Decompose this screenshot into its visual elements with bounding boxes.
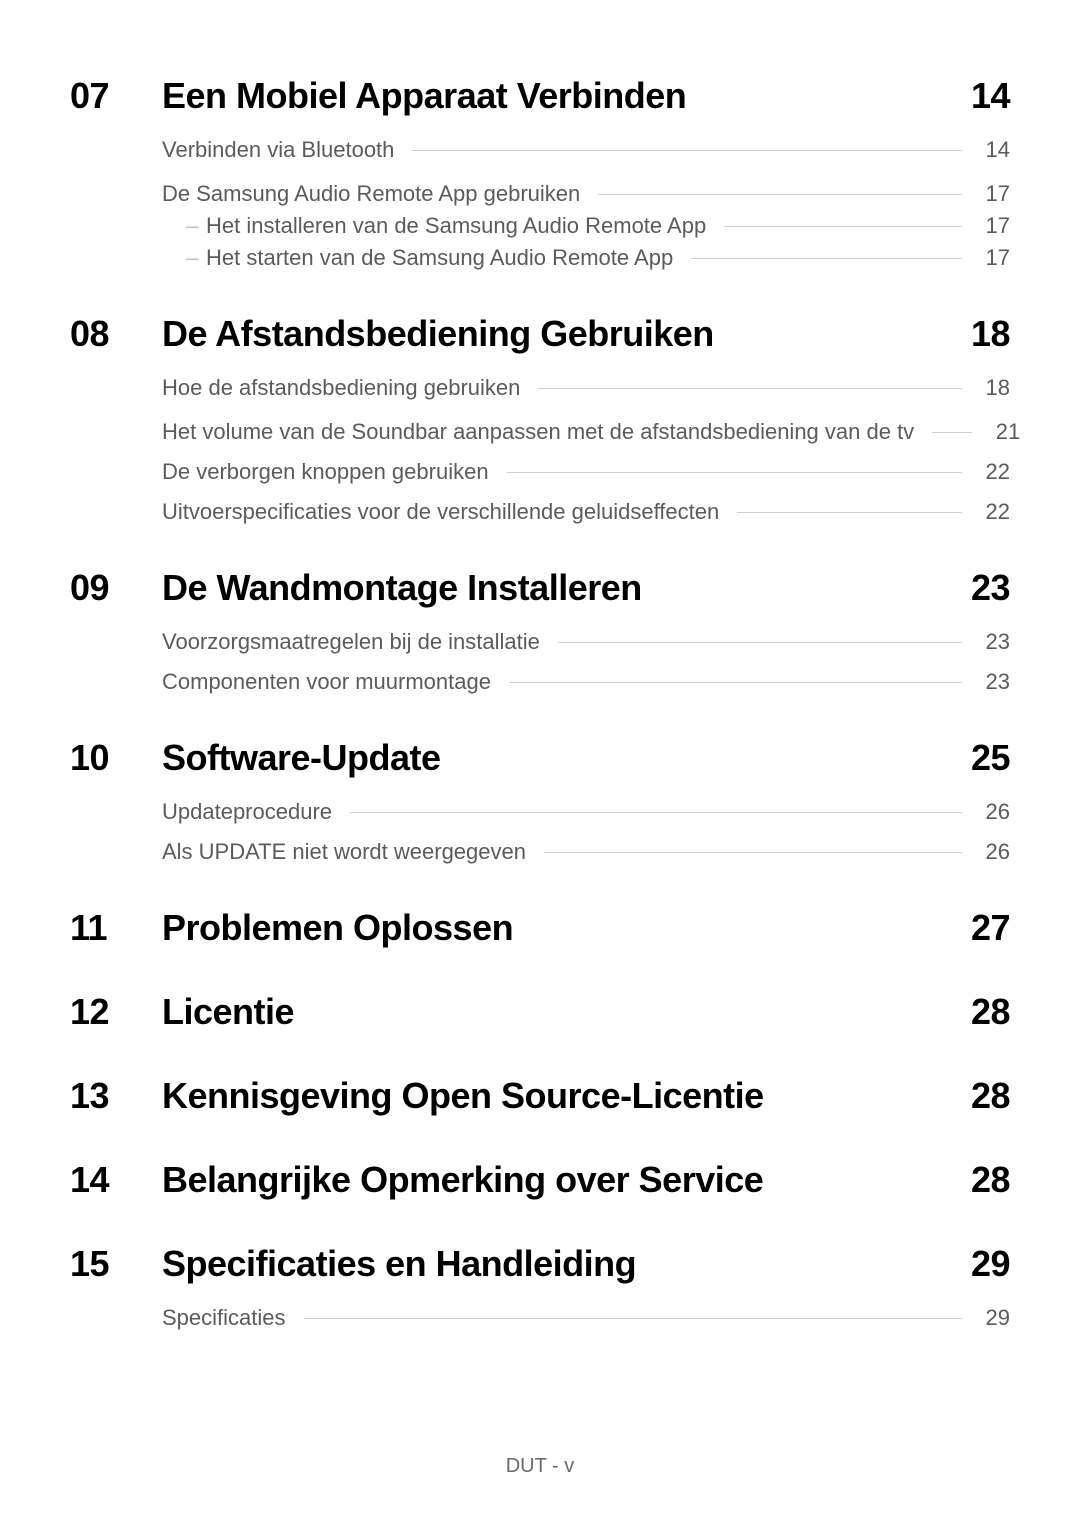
toc-sub-entry[interactable]: Verbinden via Bluetooth 14 (162, 137, 1010, 163)
section-title: Problemen Oplossen (162, 907, 948, 949)
toc-sub-group: Specificaties 29 (162, 1305, 1010, 1331)
sub-entry-title: Het volume van de Soundbar aanpassen met… (162, 419, 914, 445)
leader-line (932, 432, 972, 433)
sub-entry-page: 23 (980, 669, 1010, 695)
toc-sub-entry[interactable]: Als UPDATE niet wordt weergegeven 26 (162, 839, 1010, 865)
sub-entry-page: 18 (980, 375, 1010, 401)
section-page: 18 (960, 313, 1010, 355)
sub-entry-title: Uitvoerspecificaties voor de verschillen… (162, 499, 719, 525)
toc-sub-entry[interactable]: Componenten voor muurmontage 23 (162, 669, 1010, 695)
toc-sub-group: De Samsung Audio Remote App gebruiken17–… (162, 181, 1010, 271)
sub-entry-title: Het starten van de Samsung Audio Remote … (206, 245, 673, 271)
sub-entry-title: Componenten voor muurmontage (162, 669, 491, 695)
leader-line (691, 258, 962, 259)
leader-line (544, 852, 962, 853)
toc-section[interactable]: 12Licentie 28 (70, 991, 1010, 1033)
sub-entry-page: 22 (980, 459, 1010, 485)
dash-icon: – (186, 245, 206, 271)
leader-line (304, 1318, 962, 1319)
sub-entry-title: Het installeren van de Samsung Audio Rem… (206, 213, 706, 239)
leader-line (507, 472, 962, 473)
section-number: 14 (70, 1159, 162, 1201)
toc-section[interactable]: 08De Afstandsbediening Gebruiken 18 (70, 313, 1010, 355)
toc-section[interactable]: 10Software-Update 25 (70, 737, 1010, 779)
section-number: 10 (70, 737, 162, 779)
toc-section[interactable]: 15Specificaties en Handleiding 29 (70, 1243, 1010, 1285)
toc-sub-sub-entry[interactable]: –Het starten van de Samsung Audio Remote… (162, 245, 1010, 271)
section-number: 08 (70, 313, 162, 355)
section-number: 09 (70, 567, 162, 609)
leader-line (509, 682, 962, 683)
sub-entry-title: Als UPDATE niet wordt weergegeven (162, 839, 526, 865)
sub-entry-title: De verborgen knoppen gebruiken (162, 459, 489, 485)
toc-section[interactable]: 07Een Mobiel Apparaat Verbinden 14 (70, 75, 1010, 117)
toc-sub-group: Updateprocedure26Als UPDATE niet wordt w… (162, 799, 1010, 865)
toc-section[interactable]: 13Kennisgeving Open Source-Licentie 28 (70, 1075, 1010, 1117)
sub-entry-title: Verbinden via Bluetooth (162, 137, 394, 163)
toc-section[interactable]: 09De Wandmontage Installeren 23 (70, 567, 1010, 609)
page-footer: DUT - v (0, 1455, 1080, 1478)
section-page: 14 (960, 75, 1010, 117)
toc-section[interactable]: 11Problemen Oplossen 27 (70, 907, 1010, 949)
sub-entry-page: 23 (980, 629, 1010, 655)
section-title: Licentie (162, 991, 948, 1033)
sub-entry-page: 26 (980, 799, 1010, 825)
section-page: 23 (960, 567, 1010, 609)
sub-entry-title: Updateprocedure (162, 799, 332, 825)
sub-entry-page: 14 (980, 137, 1010, 163)
section-title: Kennisgeving Open Source-Licentie (162, 1075, 948, 1117)
toc-section[interactable]: 14Belangrijke Opmerking over Service 28 (70, 1159, 1010, 1201)
section-title: Een Mobiel Apparaat Verbinden (162, 75, 948, 117)
section-title: Software-Update (162, 737, 948, 779)
section-page: 29 (960, 1243, 1010, 1285)
toc-sub-entry[interactable]: Updateprocedure 26 (162, 799, 1010, 825)
toc-sub-group: Voorzorgsmaatregelen bij de installatie 2… (162, 629, 1010, 695)
toc-sub-group: Hoe de afstandsbediening gebruiken 18 (162, 375, 1010, 401)
sub-entry-page: 29 (980, 1305, 1010, 1331)
section-title: De Wandmontage Installeren (162, 567, 948, 609)
sub-entry-title: De Samsung Audio Remote App gebruiken (162, 181, 580, 207)
sub-entry-title: Specificaties (162, 1305, 286, 1331)
leader-line (598, 194, 962, 195)
toc-sub-entry[interactable]: De Samsung Audio Remote App gebruiken 17 (162, 181, 1010, 207)
dash-icon: – (186, 213, 206, 239)
toc-sub-sub-entry[interactable]: –Het installeren van de Samsung Audio Re… (162, 213, 1010, 239)
leader-line (350, 812, 962, 813)
toc-sub-entry[interactable]: De verborgen knoppen gebruiken 22 (162, 459, 1010, 485)
section-number: 11 (70, 907, 162, 949)
sub-entry-page: 17 (980, 213, 1010, 239)
sub-entry-page: 22 (980, 499, 1010, 525)
toc-sub-entry[interactable]: Specificaties 29 (162, 1305, 1010, 1331)
section-page: 28 (960, 1159, 1010, 1201)
toc-sub-group: Verbinden via Bluetooth 14 (162, 137, 1010, 163)
section-number: 07 (70, 75, 162, 117)
section-title: De Afstandsbediening Gebruiken (162, 313, 948, 355)
sub-entry-page: 21 (990, 419, 1020, 445)
toc-sub-entry[interactable]: Uitvoerspecificaties voor de verschillen… (162, 499, 1010, 525)
leader-line (538, 388, 962, 389)
section-number: 15 (70, 1243, 162, 1285)
sub-entry-page: 17 (980, 181, 1010, 207)
section-page: 27 (960, 907, 1010, 949)
toc-sub-entry[interactable]: Hoe de afstandsbediening gebruiken 18 (162, 375, 1010, 401)
sub-entry-page: 26 (980, 839, 1010, 865)
section-title: Specificaties en Handleiding (162, 1243, 948, 1285)
section-number: 13 (70, 1075, 162, 1117)
section-page: 28 (960, 991, 1010, 1033)
toc-sub-group: Het volume van de Soundbar aanpassen met… (162, 419, 1010, 525)
leader-line (724, 226, 962, 227)
section-page: 28 (960, 1075, 1010, 1117)
sub-entry-title: Voorzorgsmaatregelen bij de installatie (162, 629, 540, 655)
toc-sub-entry[interactable]: Voorzorgsmaatregelen bij de installatie 2… (162, 629, 1010, 655)
sub-entry-title: Hoe de afstandsbediening gebruiken (162, 375, 520, 401)
leader-line (558, 642, 962, 643)
page: 07Een Mobiel Apparaat Verbinden14Verbind… (0, 0, 1080, 1532)
section-page: 25 (960, 737, 1010, 779)
toc-sub-entry[interactable]: Het volume van de Soundbar aanpassen met… (162, 419, 1010, 445)
section-number: 12 (70, 991, 162, 1033)
section-title: Belangrijke Opmerking over Service (162, 1159, 948, 1201)
leader-line (737, 512, 962, 513)
leader-line (412, 150, 962, 151)
sub-entry-page: 17 (980, 245, 1010, 271)
